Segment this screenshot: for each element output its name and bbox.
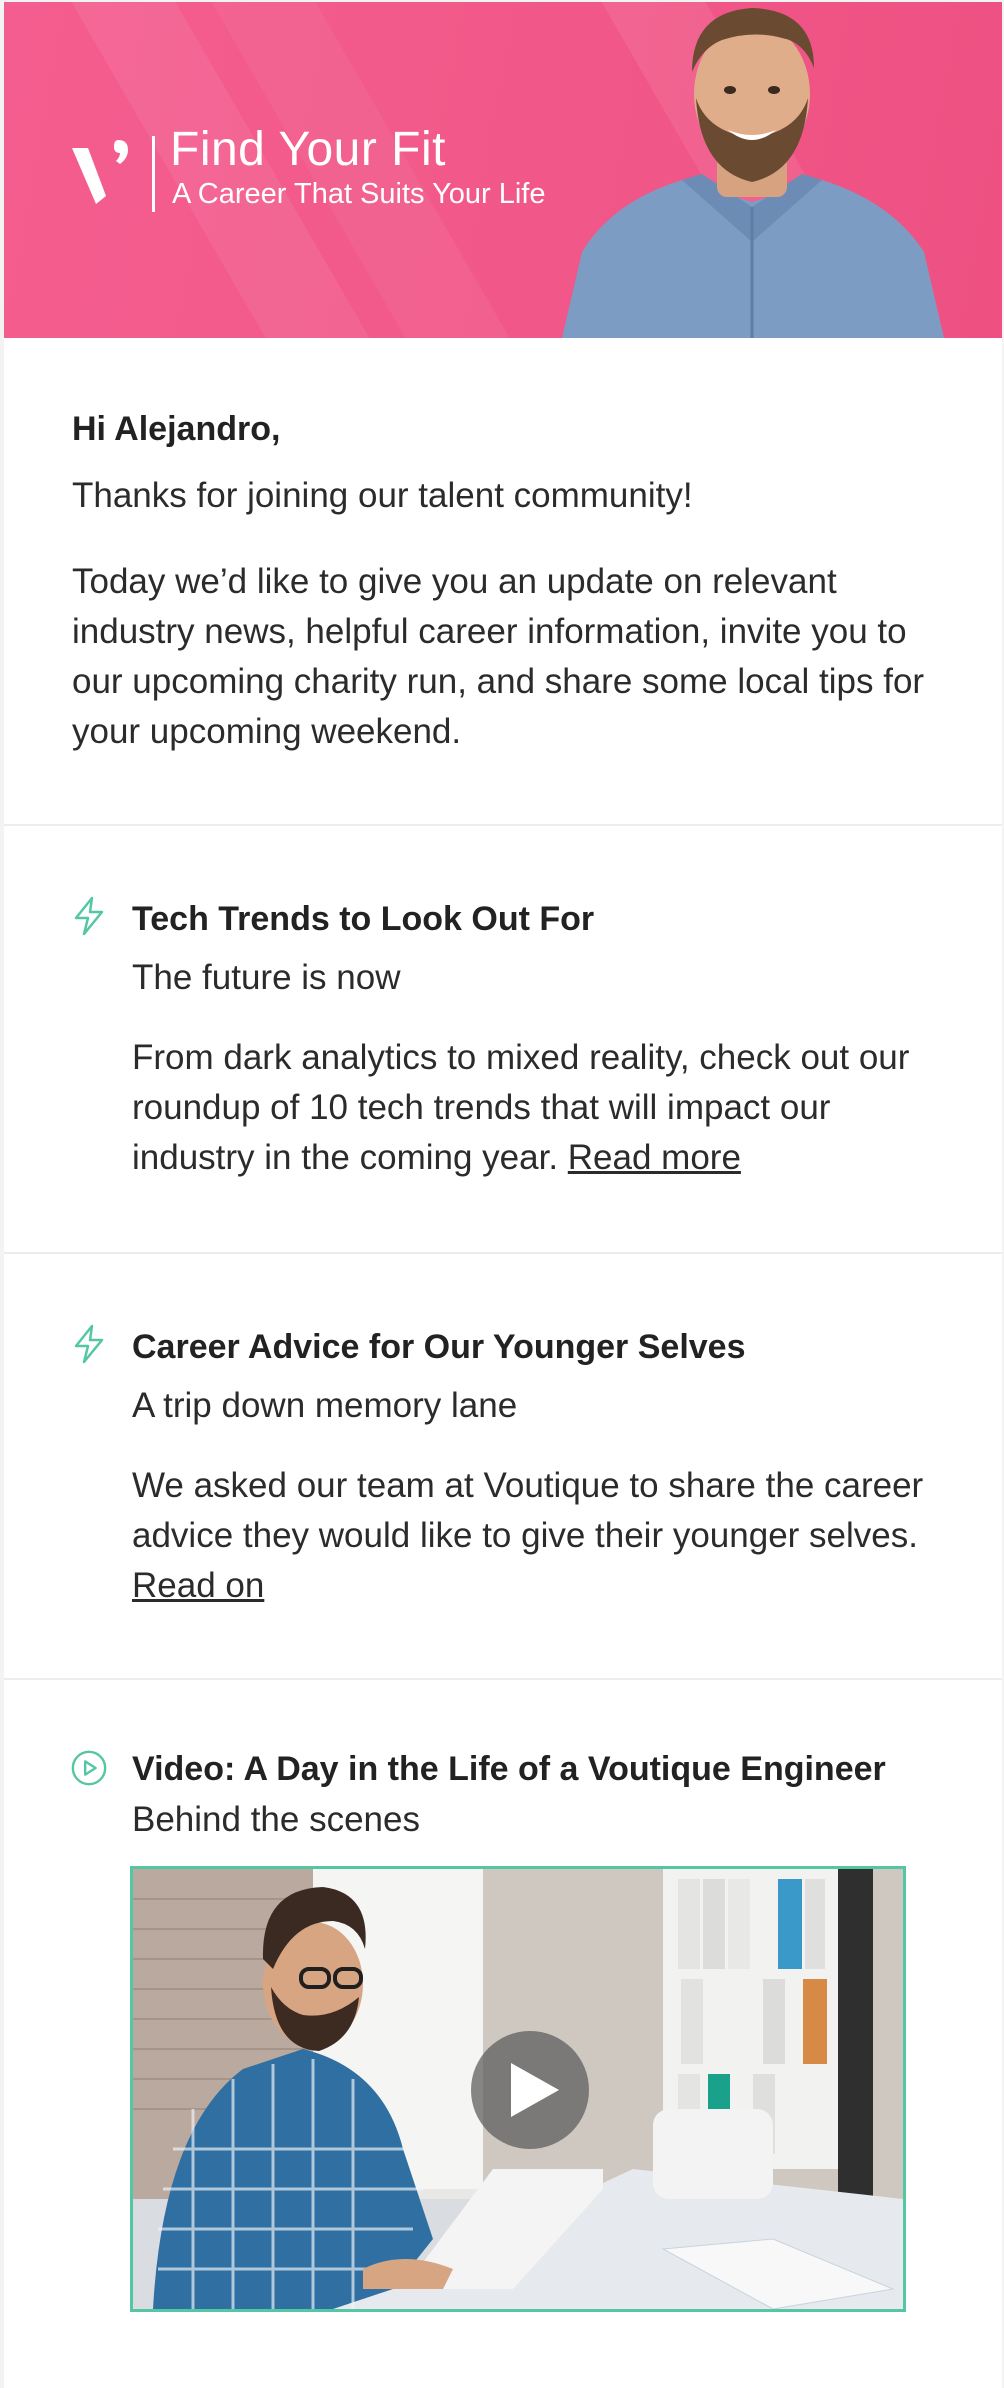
lightning-icon — [74, 896, 104, 936]
section-subtitle: The future is now — [132, 958, 401, 997]
section-text: We asked our team at Voutique to share t… — [132, 1461, 962, 1611]
email-body: Find Your Fit A Career That Suits Your L… — [4, 2, 1002, 2388]
section-subtitle: Behind the scenes — [132, 1800, 420, 1839]
section-title: Video: A Day in the Life of a Voutique E… — [132, 1750, 886, 1788]
play-circle-icon — [71, 1750, 107, 1786]
smiling-man-photo — [562, 8, 944, 338]
section-divider — [4, 1252, 1002, 1254]
section-subtitle: A trip down memory lane — [132, 1386, 518, 1425]
section-text: From dark analytics to mixed reality, ch… — [132, 1033, 962, 1183]
play-icon — [511, 2063, 559, 2117]
logo-divider — [152, 136, 155, 212]
lightning-icon — [74, 1324, 104, 1364]
play-button[interactable] — [471, 2031, 589, 2149]
section-title: Tech Trends to Look Out For — [132, 900, 595, 938]
section-text-body: We asked our team at Voutique to share t… — [132, 1466, 924, 1555]
banner-title: Find Your Fit — [170, 123, 446, 176]
read-on-link[interactable]: Read on — [132, 1566, 264, 1605]
video-thumbnail[interactable] — [130, 1866, 906, 2312]
section-divider — [4, 1678, 1002, 1680]
intro-text: Thanks for joining our talent community! — [72, 476, 693, 515]
greeting: Hi Alejandro, — [72, 410, 281, 448]
section-title: Career Advice for Our Younger Selves — [132, 1328, 746, 1366]
section-text-body: From dark analytics to mixed reality, ch… — [132, 1038, 910, 1177]
section-divider — [4, 824, 1002, 826]
banner-subtitle: A Career That Suits Your Life — [172, 178, 546, 210]
read-more-link[interactable]: Read more — [568, 1138, 741, 1177]
update-paragraph: Today we’d like to give you an update on… — [72, 562, 925, 751]
header-banner: Find Your Fit A Career That Suits Your L… — [4, 2, 1002, 338]
voutique-logo — [72, 140, 128, 204]
